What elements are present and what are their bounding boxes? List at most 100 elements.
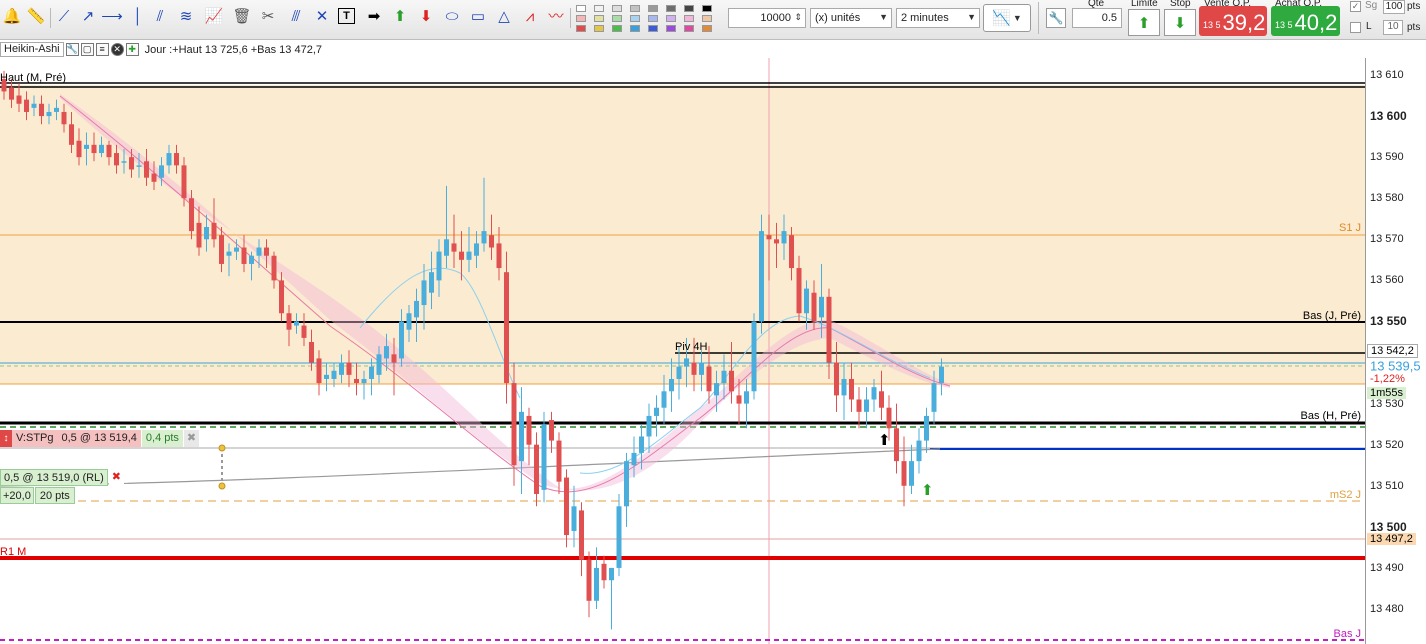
- sell-price: 39,2: [1222, 10, 1266, 35]
- limit-order-button[interactable]: ⬆: [1128, 9, 1160, 36]
- triangle-icon[interactable]: △: [494, 6, 514, 26]
- color-swatch[interactable]: [594, 5, 604, 12]
- color-swatch[interactable]: [648, 25, 658, 32]
- stop-order-icon: ⬇: [1173, 14, 1187, 32]
- channel-icon[interactable]: ⫽: [150, 6, 170, 26]
- trendline-icon[interactable]: ⟋: [54, 6, 74, 26]
- ruler-icon[interactable]: 📏: [26, 6, 46, 26]
- color-swatch[interactable]: [630, 25, 640, 32]
- quantity-input[interactable]: 10000 ⇕: [728, 8, 806, 28]
- color-swatch[interactable]: [648, 5, 658, 12]
- delete-icon[interactable]: 🗑: [232, 6, 252, 26]
- color-swatch[interactable]: [576, 5, 586, 12]
- color-swatch[interactable]: [612, 25, 622, 32]
- parallel-lines-icon[interactable]: ⫻: [286, 6, 306, 26]
- s1-j-label: S1 J: [1339, 222, 1361, 234]
- l-checkbox[interactable]: [1350, 22, 1361, 33]
- unit-select[interactable]: (x) unités ▼: [810, 8, 892, 28]
- candle-up: [481, 231, 487, 244]
- color-swatch[interactable]: [594, 15, 604, 22]
- wrench-icon[interactable]: 🔧: [1046, 8, 1066, 28]
- l-value-input[interactable]: 10: [1383, 20, 1403, 35]
- color-swatch[interactable]: [684, 5, 694, 12]
- color-swatch[interactable]: [666, 5, 676, 12]
- price-axis[interactable]: 13 610 13 600 13 590 13 580 13 570 13 560 13 5…: [1365, 58, 1426, 644]
- add-indicator-icon[interactable]: ✚: [125, 43, 139, 56]
- candle-up: [159, 165, 164, 178]
- color-palette[interactable]: [576, 5, 726, 35]
- indicator-label[interactable]: Heikin-Ashi: [0, 42, 64, 57]
- ray-icon[interactable]: ↗: [78, 6, 98, 26]
- tools-icon[interactable]: ✂: [258, 6, 278, 26]
- color-swatch[interactable]: [576, 25, 586, 32]
- color-swatch[interactable]: [630, 5, 640, 12]
- stop-order-tag[interactable]: ↕ V:STPg 0,5 @ 13 519,4 0,4 pts ✖: [0, 430, 199, 447]
- list-icon[interactable]: ≡: [95, 43, 109, 56]
- color-swatch[interactable]: [594, 25, 604, 32]
- stop-label: Stop: [1170, 0, 1191, 9]
- horizontal-line-icon[interactable]: ⟶: [101, 6, 123, 26]
- chart-type-button[interactable]: 📉 ▼: [983, 4, 1031, 32]
- close-icon[interactable]: ✖: [108, 469, 124, 486]
- window-icon[interactable]: ▢: [80, 43, 94, 56]
- stop-order-detail: 0,5 @ 13 519,4: [57, 430, 141, 447]
- candle-up: [166, 153, 172, 166]
- color-swatch[interactable]: [702, 15, 712, 22]
- candle-down: [459, 251, 464, 260]
- close-icon[interactable]: ✖: [183, 430, 199, 447]
- candle-down: [849, 378, 854, 400]
- color-swatch[interactable]: [630, 15, 640, 22]
- entry-arrow-icon: ⬆: [921, 482, 934, 499]
- price-chart[interactable]: Haut (M, Pré) S1 J Bas (J, Pré) Piv 4H B…: [0, 58, 1365, 644]
- color-swatch[interactable]: [648, 15, 658, 22]
- stop-order-button[interactable]: ⬇: [1164, 9, 1196, 36]
- position-handle[interactable]: [218, 482, 226, 490]
- ellipse-icon[interactable]: ⬭: [442, 6, 462, 26]
- color-swatch[interactable]: [702, 5, 712, 12]
- cross-lines-icon[interactable]: ✕: [312, 6, 332, 26]
- color-swatch[interactable]: [576, 15, 586, 22]
- wave-icon[interactable]: 〰: [546, 6, 566, 26]
- current-price-tag: 13 539,5: [1367, 358, 1424, 374]
- stepper-icon[interactable]: ⇕: [794, 12, 802, 23]
- candle-down: [796, 268, 802, 314]
- color-swatch[interactable]: [684, 15, 694, 22]
- drag-handle-icon[interactable]: ↕: [0, 430, 12, 447]
- sg-checkbox[interactable]: ✓: [1350, 1, 1361, 12]
- arrow-up-icon[interactable]: ⬆: [390, 6, 410, 26]
- qty-input[interactable]: 0.5: [1072, 8, 1122, 28]
- buy-button[interactable]: 13 5 40,2: [1271, 6, 1340, 36]
- indicator-chart-icon[interactable]: 📈: [204, 6, 224, 26]
- candle-down: [91, 144, 97, 154]
- position-tag[interactable]: 0,5 @ 13 519,0 (RL) ✖: [0, 469, 124, 486]
- color-swatch[interactable]: [612, 5, 622, 12]
- axis-tick-label: 13 560: [1370, 274, 1404, 287]
- arrow-right-icon[interactable]: ➡: [364, 6, 384, 26]
- color-swatch[interactable]: [684, 25, 694, 32]
- sg-value-input[interactable]: 100: [1383, 0, 1405, 14]
- axis-tick-label: 13 520: [1370, 438, 1404, 451]
- alert-bell-icon[interactable]: 🔔: [2, 6, 22, 26]
- candle-down: [451, 243, 457, 252]
- color-swatch[interactable]: [666, 25, 676, 32]
- arrow-down-icon[interactable]: ⬇: [416, 6, 436, 26]
- candle-down: [811, 292, 817, 322]
- candle-up: [931, 383, 937, 412]
- wrench-icon[interactable]: 🔧: [65, 43, 79, 56]
- sell-button[interactable]: 13 5 39,2: [1199, 6, 1267, 36]
- close-icon[interactable]: ✕: [110, 43, 124, 56]
- candle-up: [864, 399, 869, 412]
- color-swatch[interactable]: [612, 15, 622, 22]
- candle-up: [249, 255, 254, 264]
- rectangle-icon[interactable]: ▭: [468, 6, 488, 26]
- text-tool-icon[interactable]: T: [338, 8, 355, 24]
- color-swatch[interactable]: [666, 15, 676, 22]
- pattern-icon[interactable]: ⩘: [520, 6, 540, 26]
- fibonacci-icon[interactable]: ≋: [176, 6, 196, 26]
- vertical-line-icon[interactable]: │: [128, 6, 148, 26]
- color-swatch[interactable]: [702, 25, 712, 32]
- period-select[interactable]: 2 minutes ▼: [896, 8, 980, 28]
- limit-order-icon: ⬆: [1137, 14, 1151, 32]
- stop-order-handle[interactable]: [218, 444, 226, 452]
- change-tag: -1,22%: [1367, 373, 1408, 385]
